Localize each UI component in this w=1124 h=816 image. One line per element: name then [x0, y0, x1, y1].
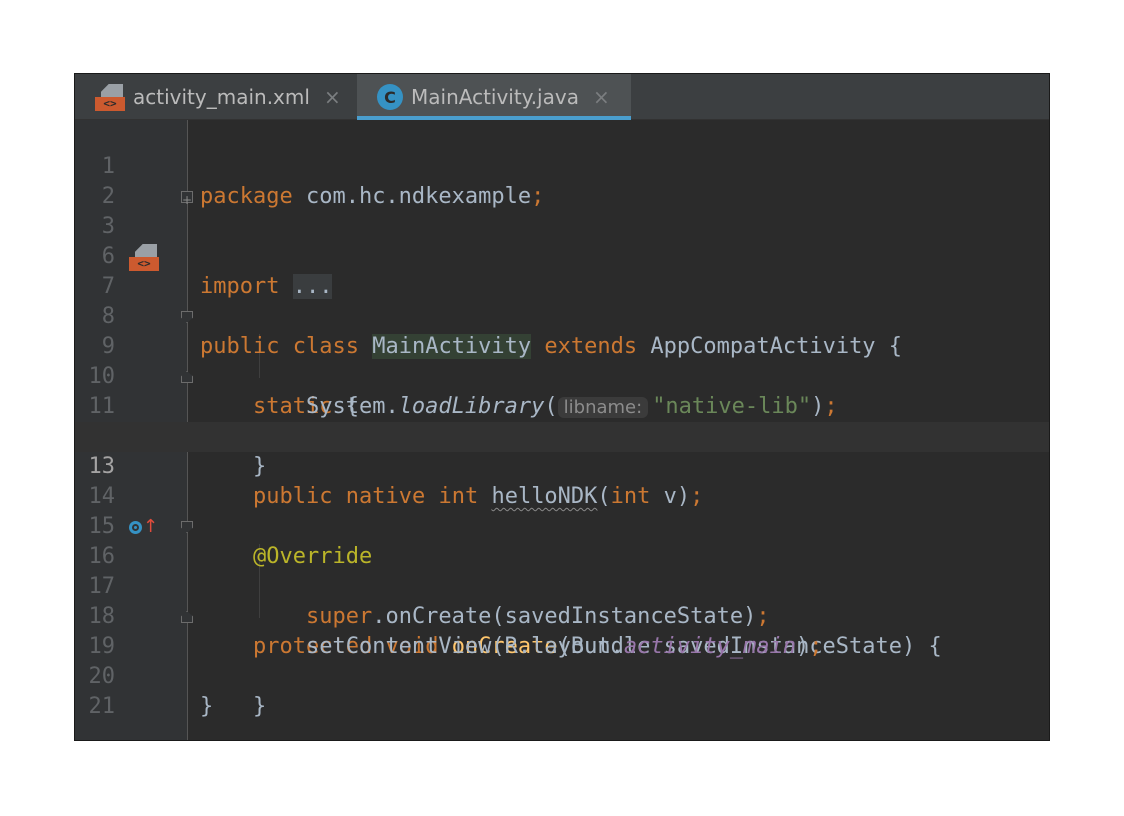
code-line[interactable]: 19 } — [75, 602, 1049, 719]
code-line[interactable]: 17 super.onCreate(savedInstanceState); — [75, 542, 1049, 629]
code-editor[interactable]: <> activity_main.xml × C MainActivity.ja… — [74, 73, 1050, 741]
code-line[interactable]: 14 — [75, 452, 1049, 509]
tab-label: activity_main.xml — [133, 85, 310, 109]
java-class-icon: C — [377, 84, 403, 110]
tab-activity-main-xml[interactable]: <> activity_main.xml × — [75, 74, 355, 120]
override-method-icon[interactable]: ↑ — [129, 518, 158, 536]
current-code-line[interactable]: 13 public native int helloNDK(int v); — [75, 422, 1049, 509]
close-icon[interactable]: × — [593, 85, 610, 109]
code-line[interactable]: 20 } — [75, 632, 1049, 719]
code-line[interactable]: 2 — [75, 152, 1049, 209]
code-line[interactable]: 8 — [75, 272, 1049, 329]
code-line[interactable]: 10 System.loadLibrary(libname: "native-li… — [75, 332, 1049, 419]
code-line[interactable]: 7 <> public class MainActivity extends A… — [75, 242, 1049, 359]
code-line[interactable]: 15 @Override — [75, 482, 1049, 569]
tab-main-activity-java[interactable]: C MainActivity.java × — [357, 74, 631, 120]
code-line[interactable]: 3 import ... — [75, 182, 1049, 299]
fold-expand-icon[interactable] — [181, 185, 193, 215]
close-icon[interactable]: × — [324, 85, 341, 109]
code-line[interactable]: 9 static { — [75, 302, 1049, 419]
line-number: 21 — [88, 694, 116, 719]
fold-collapse-icon[interactable] — [181, 521, 193, 533]
editor-tab-bar: <> activity_main.xml × C MainActivity.ja… — [75, 74, 1049, 120]
code-line[interactable]: 11 } — [75, 362, 1049, 479]
code-line[interactable]: 12 — [75, 392, 1049, 449]
fold-collapse-icon[interactable] — [181, 311, 193, 323]
code-line[interactable]: 21 — [75, 662, 1049, 719]
code-line[interactable]: 16 ↑ protected void onCreate(Bundle save… — [75, 512, 1049, 660]
code-line[interactable]: 6 — [75, 212, 1049, 269]
code-line[interactable]: 18 setContentView(R.layout.activity_main… — [75, 572, 1049, 659]
fold-end-icon[interactable] — [181, 611, 193, 623]
tab-label: MainActivity.java — [411, 85, 579, 109]
fold-end-icon[interactable] — [181, 371, 193, 383]
code-area[interactable]: 1 package com.hc.ndkexample; 2 3 import … — [75, 122, 1049, 719]
xml-layout-icon: <> — [95, 82, 125, 112]
related-layout-icon[interactable]: <> — [129, 242, 159, 272]
code-line[interactable]: 1 package com.hc.ndkexample; — [75, 122, 1049, 209]
